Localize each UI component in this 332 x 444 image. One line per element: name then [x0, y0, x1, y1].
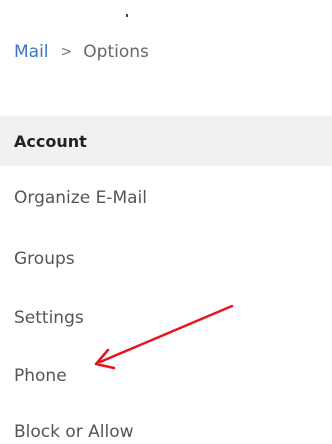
- breadcrumb: Mail > Options: [14, 42, 149, 62]
- menu-item-settings[interactable]: Settings: [14, 308, 84, 328]
- top-edge-mark: [126, 14, 128, 17]
- menu-item-phone[interactable]: Phone: [14, 366, 67, 386]
- breadcrumb-mail-link[interactable]: Mail: [14, 42, 49, 62]
- section-header-account: Account: [0, 116, 332, 166]
- menu-item-organize-email[interactable]: Organize E-Mail: [14, 188, 147, 208]
- menu-item-groups[interactable]: Groups: [14, 249, 75, 269]
- breadcrumb-separator: >: [60, 44, 73, 60]
- section-title: Account: [14, 131, 87, 151]
- breadcrumb-current: Options: [83, 42, 149, 62]
- menu-item-block-or-allow[interactable]: Block or Allow: [14, 422, 134, 442]
